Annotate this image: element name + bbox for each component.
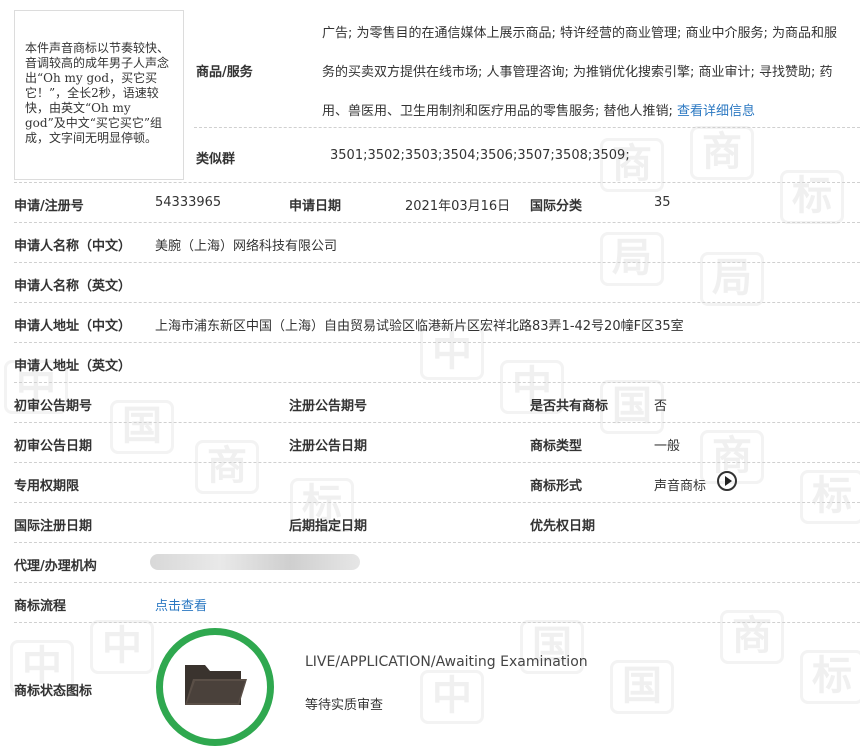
play-sound-icon[interactable] (717, 471, 737, 491)
applicant-en-label: 申请人名称（英文） (14, 279, 132, 294)
prelim-no-label: 初审公告期号 (14, 399, 93, 414)
agent-value-redacted (150, 554, 360, 570)
shared-mark-value: 否 (654, 399, 668, 414)
divider (14, 462, 860, 463)
status-cn-text: 等待实质审查 (305, 698, 384, 713)
process-view-link[interactable]: 点击查看 (155, 595, 207, 614)
divider (14, 422, 860, 423)
reg-pub-no-label: 注册公告期号 (289, 399, 368, 414)
agent-label: 代理/办理机构 (14, 559, 97, 574)
goods-services-text: 广告; 为零售目的在通信媒体上展示商品; 特许经营的商业管理; 商业中介服务; … (322, 26, 838, 119)
view-details-link[interactable]: 查看详细信息 (677, 104, 755, 119)
address-cn-label: 申请人地址（中文） (14, 319, 132, 334)
app-date-value: 2021年03月16日 (405, 199, 511, 214)
address-en-label: 申请人地址（英文） (14, 359, 132, 374)
divider (194, 127, 860, 128)
goods-services-value: 广告; 为零售目的在通信媒体上展示商品; 特许经营的商业管理; 商业中介服务; … (322, 14, 846, 131)
divider (14, 302, 860, 303)
divider (14, 262, 860, 263)
reg-no-label: 申请/注册号 (14, 199, 84, 214)
sound-mark-description: 本件声音商标以节奏较快、音调较高的成年男子人声念出“Oh my god，买它买它… (14, 10, 184, 180)
mark-type-label: 商标类型 (530, 439, 583, 454)
divider (14, 542, 860, 543)
later-date-label: 后期指定日期 (289, 519, 368, 534)
divider (14, 502, 860, 503)
applicant-cn-value: 美腕（上海）网络科技有限公司 (155, 239, 338, 254)
process-label: 商标流程 (14, 599, 67, 614)
mark-type-value: 一般 (654, 439, 681, 454)
intl-class-value: 35 (654, 195, 671, 210)
status-icon-label: 商标状态图标 (14, 684, 93, 699)
divider (14, 182, 860, 183)
prelim-date-label: 初审公告日期 (14, 439, 93, 454)
status-ring (156, 628, 274, 746)
divider (14, 222, 860, 223)
shared-mark-label: 是否共有商标 (530, 399, 609, 414)
divider (14, 582, 860, 583)
address-cn-value: 上海市浦东新区中国（上海）自由贸易试验区临港新片区宏祥北路83弄1-42号20幢… (155, 319, 684, 334)
goods-services-label: 商品/服务 (196, 65, 253, 80)
priority-date-label: 优先权日期 (530, 519, 596, 534)
similar-group-value: 3501;3502;3503;3504;3506;3507;3508;3509; (330, 148, 630, 163)
app-date-label: 申请日期 (289, 199, 342, 214)
folder-icon (185, 665, 247, 705)
status-en-text: LIVE/APPLICATION/Awaiting Examination (305, 654, 588, 670)
divider (14, 382, 860, 383)
applicant-cn-label: 申请人名称（中文） (14, 239, 132, 254)
mark-form-value: 声音商标 (654, 479, 707, 494)
reg-pub-date-label: 注册公告日期 (289, 439, 368, 454)
similar-group-label: 类似群 (196, 152, 236, 167)
reg-no-value: 54333965 (155, 195, 222, 210)
exclusive-period-label: 专用权期限 (14, 479, 80, 494)
divider (14, 622, 860, 623)
intl-reg-date-label: 国际注册日期 (14, 519, 93, 534)
mark-form-label: 商标形式 (530, 479, 583, 494)
divider (14, 342, 860, 343)
intl-class-label: 国际分类 (530, 199, 583, 214)
